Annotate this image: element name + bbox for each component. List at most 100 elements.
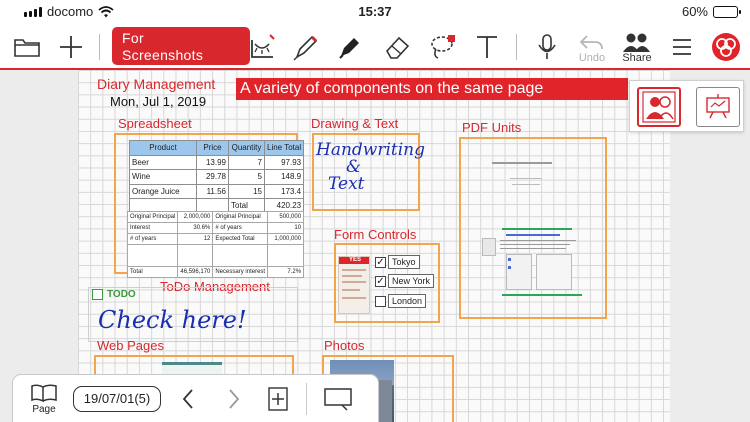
lasso-icon[interactable] (424, 28, 462, 66)
new-york-checkbox[interactable]: ✓ New York (375, 274, 435, 288)
undo-label: Undo (578, 52, 606, 64)
table-cell[interactable]: 7 (228, 154, 265, 170)
column-header: Price (196, 140, 229, 156)
check-here-handwriting: Check here! (98, 306, 247, 334)
battery-icon (713, 5, 741, 18)
table-cell[interactable]: 46,596,170 (177, 266, 214, 278)
toolbar-divider (99, 34, 100, 60)
table-cell[interactable]: Orange Juice (129, 183, 197, 199)
table-cell[interactable]: Original Principal (126, 211, 179, 223)
table-cell[interactable]: 29.78 (196, 169, 229, 185)
table-row[interactable]: Beer 13.99 7 97.93 (129, 154, 305, 170)
tokyo-label: Tokyo (388, 255, 420, 269)
toolbar-divider (516, 34, 517, 60)
chevron-right-icon[interactable] (219, 375, 249, 422)
table-cell[interactable]: 1,000,000 (267, 233, 305, 245)
table-cell[interactable]: Interest (126, 222, 179, 234)
loan-table[interactable]: Original Principal 2,000,000 Original Pr… (126, 211, 305, 278)
pdf-units-title: PDF Units (462, 120, 522, 135)
tokyo-checkbox[interactable]: ✓ Tokyo (375, 255, 420, 269)
table-row[interactable]: Total 46,596,170 Necessary interest 7.2% (126, 266, 305, 278)
table-cell[interactable]: 97.93 (263, 154, 305, 170)
form-preview-image (338, 256, 370, 314)
profile-button[interactable] (637, 87, 681, 127)
table-cell[interactable]: 148.9 (263, 169, 305, 185)
menu-icon[interactable] (663, 28, 701, 66)
presentation-button[interactable] (696, 87, 740, 127)
zoom-window-icon[interactable] (316, 375, 360, 422)
text-icon[interactable] (468, 28, 506, 66)
table-cell[interactable]: 173.4 (263, 183, 305, 199)
table-cell[interactable]: # of years (212, 222, 269, 234)
table-row[interactable]: Orange Juice 11.56 15 173.4 (129, 183, 305, 199)
marker-icon[interactable] (330, 28, 368, 66)
diary-title: Diary Management (97, 76, 216, 92)
table-cell[interactable]: 500,000 (267, 211, 305, 223)
drawing-title: Drawing & Text (311, 116, 399, 131)
main-toolbar: For Screenshots Undo Share (0, 24, 750, 70)
microphone-icon[interactable] (528, 28, 566, 66)
tokyo-check-box[interactable]: ✓ (375, 256, 386, 268)
product-table[interactable]: Product Price Quantity Line Total Beer 1… (129, 140, 305, 214)
app-logo-icon[interactable] (707, 28, 745, 66)
date-selector[interactable]: 19/07/01(5) (73, 386, 161, 412)
table-cell[interactable]: Beer (129, 154, 197, 170)
table-header-row: Product Price Quantity Line Total (129, 140, 305, 156)
table-cell[interactable]: 15 (228, 183, 265, 199)
folder-icon[interactable] (8, 28, 46, 66)
london-check-box[interactable] (375, 295, 386, 307)
table-cell[interactable]: 30.6% (177, 222, 214, 234)
table-cell[interactable]: 2,000,000 (177, 211, 214, 223)
table-cell[interactable]: 12 (177, 233, 214, 245)
table-cell[interactable]: 7.2% (267, 266, 305, 278)
chevron-left-icon[interactable] (173, 375, 203, 422)
clock: 15:37 (358, 4, 392, 19)
floating-panel (629, 80, 744, 132)
battery-percent: 60% (681, 4, 708, 19)
form-controls-title: Form Controls (334, 227, 417, 242)
table-cell[interactable]: # of years (126, 233, 179, 245)
table-row[interactable]: Interest 30.6% # of years 10 (126, 222, 305, 234)
scan-icon[interactable] (243, 28, 281, 66)
table-cell[interactable] (126, 244, 179, 267)
page-banner: A variety of components on the same page (236, 78, 628, 100)
table-cell[interactable]: Expected Total (212, 233, 269, 245)
pen-icon[interactable] (286, 28, 324, 66)
bar-divider (306, 383, 307, 415)
table-cell[interactable] (212, 244, 269, 267)
table-cell[interactable]: Necessary interest (212, 266, 269, 278)
add-page-icon[interactable] (263, 375, 293, 422)
for-screenshots-button[interactable]: For Screenshots (112, 27, 250, 65)
new-york-label: New York (388, 274, 435, 288)
table-cell[interactable] (267, 244, 305, 267)
column-header: Quantity (228, 140, 265, 156)
handwriting-line3: Text (328, 174, 365, 194)
pdf-page-thumbnail (472, 148, 596, 308)
new-york-check-box[interactable]: ✓ (375, 275, 386, 287)
page-icon (31, 384, 57, 403)
table-cell[interactable]: 5 (228, 169, 265, 185)
note-canvas[interactable]: Diary Management Mon, Jul 1, 2019 A vari… (0, 70, 750, 422)
table-cell[interactable]: 10 (267, 222, 305, 234)
table-cell[interactable]: 11.56 (196, 183, 229, 199)
table-cell[interactable]: 13.99 (196, 154, 229, 170)
column-header: Line Total (263, 140, 305, 156)
table-cell[interactable] (177, 244, 214, 267)
page-label: Page (32, 404, 56, 415)
london-checkbox[interactable]: London (375, 294, 427, 308)
page-navigation-bar: Page 19/07/01(5) (12, 374, 379, 422)
status-bar: docomo 15:37 60% (0, 0, 750, 24)
table-row[interactable]: Original Principal 2,000,000 Original Pr… (126, 211, 305, 223)
page-button[interactable]: Page (23, 375, 65, 422)
web-pages-title: Web Pages (97, 338, 164, 353)
table-cell[interactable]: Original Principal (212, 211, 269, 223)
eraser-icon[interactable] (378, 28, 416, 66)
table-row[interactable]: Wine 29.78 5 148.9 (129, 169, 305, 185)
spreadsheet-title: Spreadsheet (118, 116, 192, 131)
table-cell[interactable]: Wine (129, 169, 197, 185)
table-cell[interactable]: Total (126, 266, 179, 278)
table-row[interactable]: # of years 12 Expected Total 1,000,000 (126, 233, 305, 245)
plus-icon[interactable] (52, 28, 90, 66)
london-label: London (388, 294, 427, 308)
table-row[interactable] (126, 244, 305, 267)
